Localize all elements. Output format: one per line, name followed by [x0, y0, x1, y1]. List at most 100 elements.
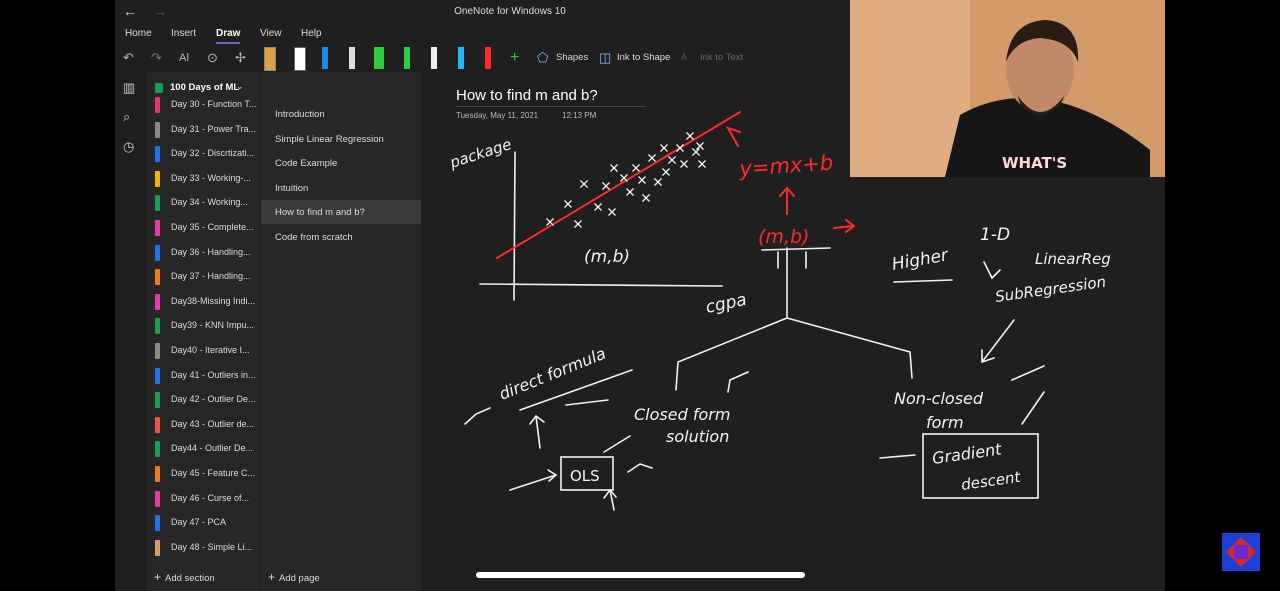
- sidebar-section-item[interactable]: Day39 - KNN Impu...: [155, 314, 259, 338]
- sidebar-section-item[interactable]: Day 45 - Feature C...: [155, 462, 259, 486]
- page-item[interactable]: Simple Linear Regression: [261, 127, 421, 151]
- add-page-button[interactable]: + Add page: [268, 570, 320, 584]
- tab-insert[interactable]: Insert: [171, 28, 196, 39]
- section-label: Day 36 - Handling...: [171, 246, 251, 257]
- sidebar-section-item[interactable]: Day 30 - Function T...: [155, 93, 259, 117]
- page-label: Code Example: [275, 158, 338, 170]
- section-color-tab: [155, 515, 160, 532]
- channel-logo-icon: [1222, 533, 1260, 571]
- lasso-select-icon[interactable]: ⊙: [207, 48, 218, 68]
- page-item[interactable]: How to find m and b?: [261, 200, 421, 225]
- section-label: Day 48 - Simple Li...: [171, 541, 253, 552]
- section-label: Day40 - Iterative I...: [171, 345, 250, 355]
- tab-help[interactable]: Help: [301, 28, 322, 39]
- sidebar-section-item[interactable]: Day 41 - Outliers in...: [155, 364, 259, 388]
- page-label: Code from scratch: [275, 232, 353, 243]
- tab-view[interactable]: View: [260, 28, 282, 39]
- insert-space-icon[interactable]: ✢: [235, 48, 246, 68]
- red-pen-icon[interactable]: [485, 47, 491, 69]
- section-color-tab: [155, 170, 160, 187]
- green-highlighter-icon[interactable]: [374, 47, 384, 69]
- section-color-tab: [155, 97, 160, 113]
- sidebar-section-item[interactable]: Day 34 - Working...: [155, 191, 259, 215]
- undo-icon[interactable]: ↶: [123, 48, 134, 68]
- sidebar-section-item[interactable]: Day 35 - Complete...: [155, 216, 259, 240]
- notebooks-icon[interactable]: ▥: [123, 80, 135, 96]
- section-color-tab: [155, 392, 160, 409]
- sidebar-section-item[interactable]: Day40 - Iterative I...: [155, 339, 259, 363]
- sidebar-section-item[interactable]: Day 32 - Discrtizati...: [155, 142, 259, 166]
- page-label: Simple Linear Regression: [275, 133, 384, 145]
- tab-draw[interactable]: Draw: [216, 28, 240, 39]
- sidebar-section-item[interactable]: Day38-Missing Indi...: [155, 290, 259, 314]
- section-label: Day 41 - Outliers in...: [171, 369, 256, 380]
- search-icon[interactable]: ⌕: [123, 109, 130, 125]
- sidebar-section-item[interactable]: Day 46 - Curse of...: [155, 487, 259, 511]
- page-label: Introduction: [275, 109, 325, 120]
- page-item[interactable]: Code Example: [261, 151, 421, 175]
- page-time: 12:13 PM: [562, 111, 597, 120]
- add-section-button[interactable]: + Add section: [154, 570, 215, 584]
- section-label: Day 32 - Discrtizati...: [171, 148, 255, 159]
- section-color-tab: [155, 220, 160, 236]
- sidebar-section-item[interactable]: Day 33 - Working-...: [155, 167, 259, 191]
- ink-to-text-icon: ᴬ: [681, 50, 687, 66]
- add-pen-icon[interactable]: +: [510, 48, 519, 68]
- section-color-tab: [155, 490, 160, 507]
- sidebar-section-item[interactable]: Day 37 - Handling...: [155, 265, 259, 289]
- notebook-name[interactable]: 100 Days of ML: [170, 82, 239, 93]
- page-item[interactable]: Code from scratch: [261, 225, 421, 249]
- page-title[interactable]: How to find m and b?: [456, 87, 598, 104]
- tab-home[interactable]: Home: [125, 28, 152, 39]
- sidebar-section-item[interactable]: Day 43 - Outlier de...: [155, 413, 259, 437]
- section-label: Day 45 - Feature C...: [171, 468, 256, 478]
- ink-to-shape-icon[interactable]: ◫: [599, 48, 611, 68]
- section-color-tab: [155, 269, 160, 286]
- ink-to-shape-button[interactable]: Ink to Shape: [617, 52, 670, 63]
- section-label: Day 43 - Outlier de...: [171, 418, 255, 429]
- blue-pen-icon[interactable]: [322, 47, 328, 69]
- shapes-button[interactable]: Shapes: [556, 52, 588, 63]
- green-pen-icon[interactable]: [404, 47, 410, 69]
- add-section-label: Add section: [165, 573, 215, 584]
- light-blue-pen-icon[interactable]: [458, 47, 464, 69]
- page-label: Intuition: [275, 182, 309, 194]
- redo-icon[interactable]: ↷: [151, 48, 162, 68]
- navigation-rail: ▥ ⌕ ◷: [115, 72, 147, 591]
- ink-to-text-button: Ink to Text: [700, 52, 744, 63]
- white-pen-icon[interactable]: [294, 47, 306, 71]
- section-color-tab: [155, 343, 160, 359]
- webcam-overlay: WHAT'S: [850, 0, 1165, 177]
- section-label: Day 47 - PCA: [171, 517, 227, 528]
- white-pen-2-icon[interactable]: [431, 47, 437, 69]
- section-color-tab: [155, 441, 160, 458]
- sidebar-section-item[interactable]: Day 47 - PCA: [155, 511, 259, 535]
- section-color-tab: [155, 293, 160, 310]
- sidebar-section-item[interactable]: Day 31 - Power Tra...: [155, 118, 259, 142]
- page-label: How to find m and b?: [275, 207, 365, 219]
- home-indicator[interactable]: [476, 572, 805, 578]
- shapes-icon[interactable]: ⬠: [537, 48, 548, 68]
- page-date: Tuesday, May 11, 2021: [456, 111, 539, 120]
- sidebar-section-item[interactable]: Day 42 - Outlier De...: [155, 388, 259, 412]
- section-label: Day 30 - Function T...: [171, 99, 257, 109]
- add-page-label: Add page: [279, 573, 320, 584]
- presenter-video: WHAT'S: [850, 0, 1165, 177]
- section-label: Day 46 - Curse of...: [171, 492, 250, 503]
- type-text-icon[interactable]: Aǀ: [179, 48, 189, 68]
- grey-pen-icon[interactable]: [349, 47, 355, 69]
- title-divider: [456, 106, 646, 107]
- recent-clock-icon[interactable]: ◷: [123, 139, 134, 155]
- page-item[interactable]: Introduction: [261, 102, 421, 126]
- sidebar-section-item[interactable]: Day 48 - Simple Li...: [155, 536, 259, 560]
- page-item[interactable]: Intuition: [261, 176, 421, 200]
- eraser-pen-icon[interactable]: [264, 47, 276, 71]
- section-label: Day 37 - Handling...: [171, 271, 251, 282]
- section-color-tab: [155, 195, 160, 212]
- section-label: Day 42 - Outlier De...: [171, 394, 256, 405]
- shirt-text: WHAT'S: [1002, 154, 1067, 172]
- sidebar-section-item[interactable]: Day 36 - Handling...: [155, 241, 259, 265]
- section-label: Day 33 - Working-...: [171, 172, 251, 183]
- sidebar-section-item[interactable]: Day44 - Outlier De...: [155, 437, 259, 461]
- chevron-down-icon[interactable]: ⌄: [236, 81, 244, 92]
